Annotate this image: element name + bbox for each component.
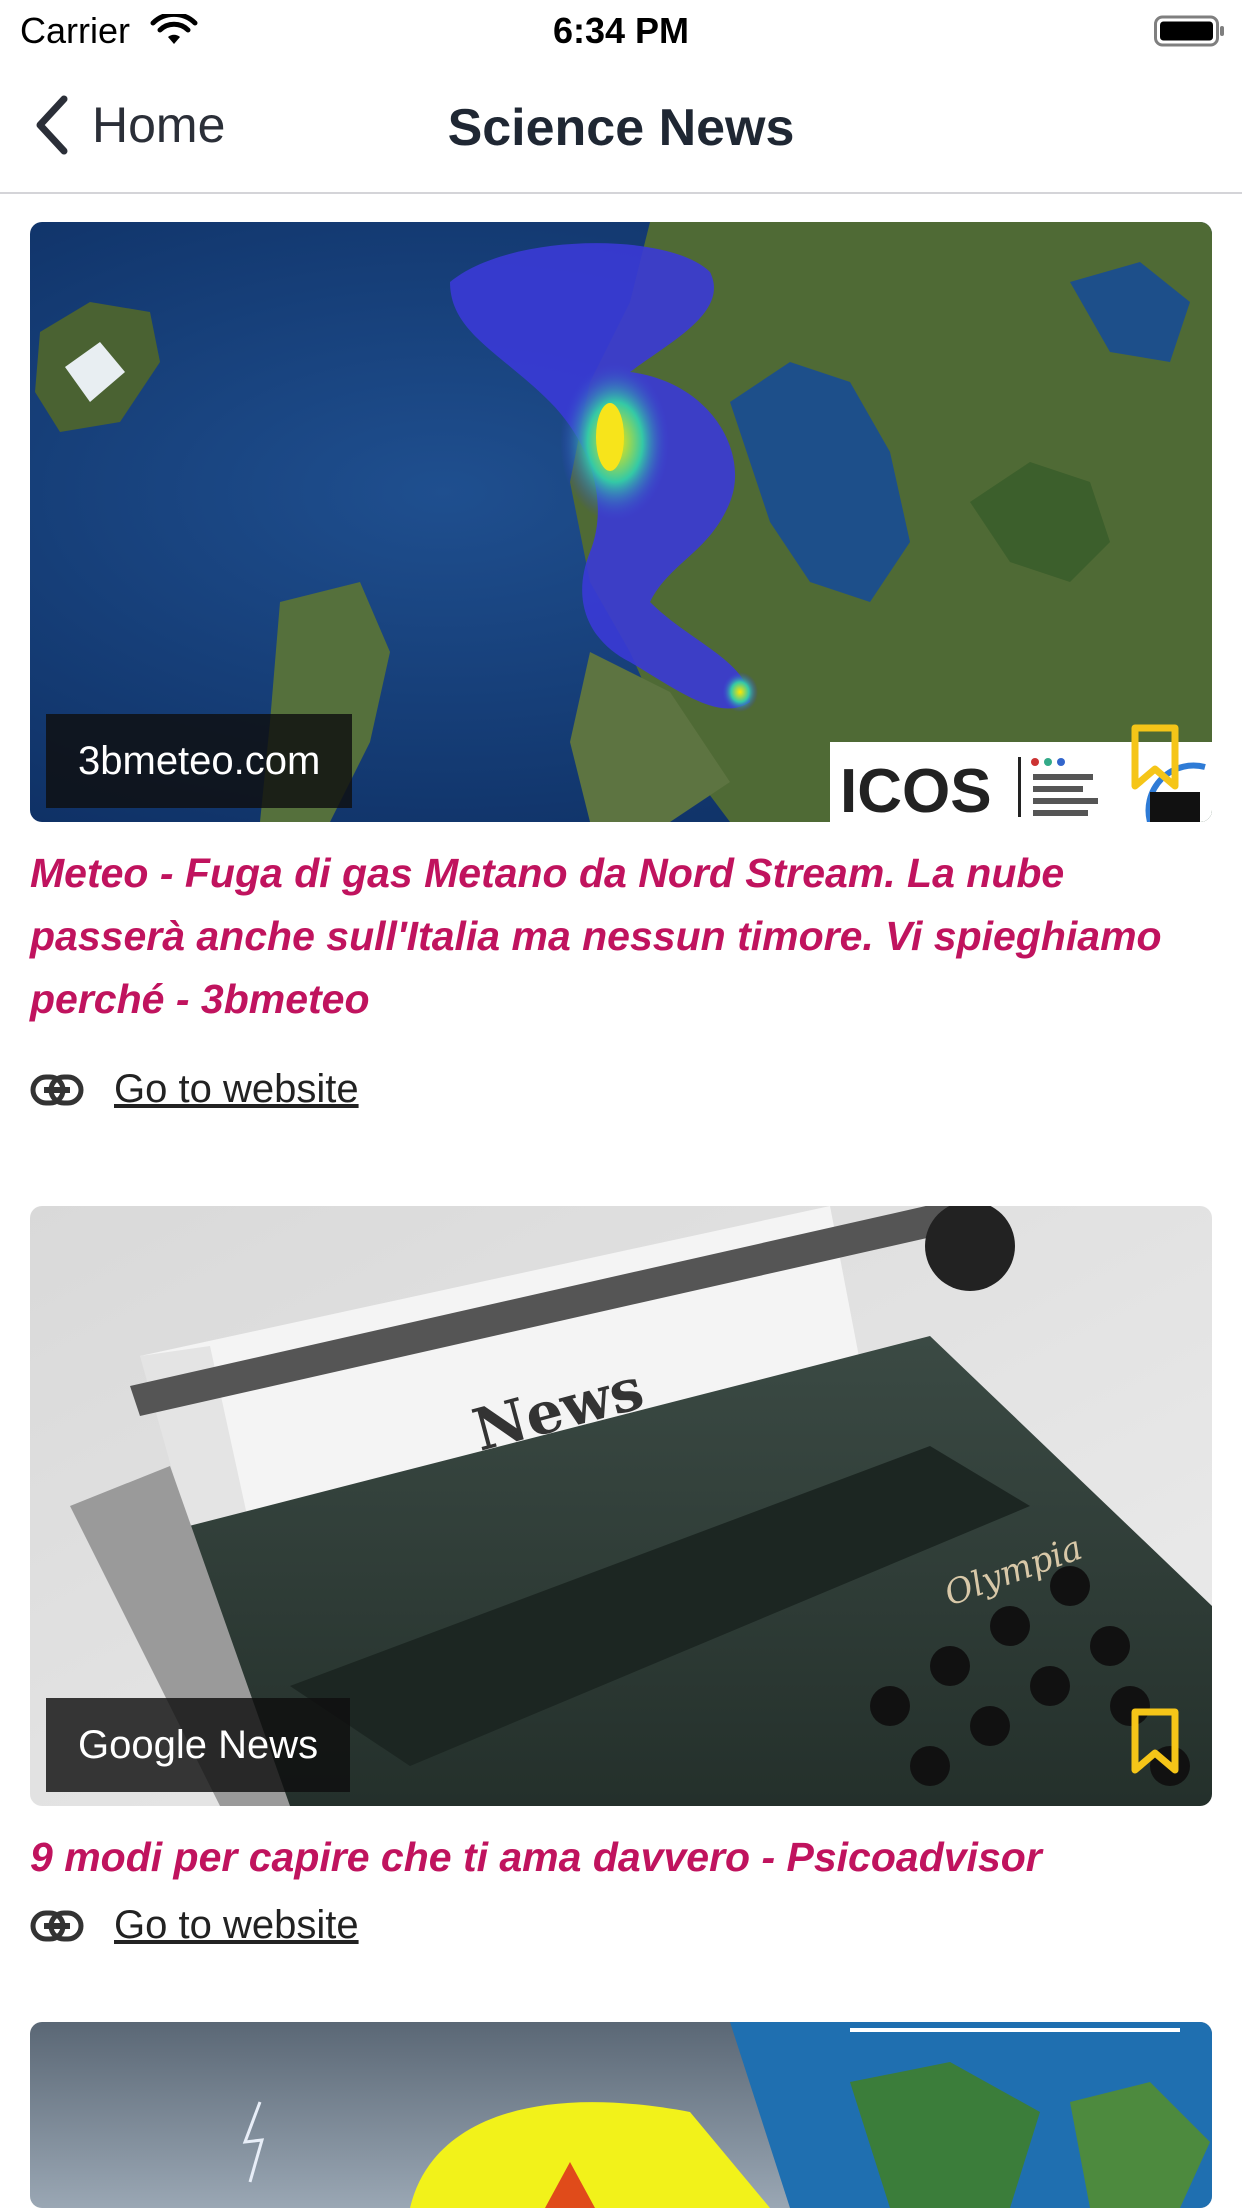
article-card — [30, 2022, 1212, 2208]
navigation-bar: Home Science News — [0, 62, 1242, 194]
go-to-website-link[interactable]: Go to website — [30, 1903, 1212, 1948]
go-to-website-label: Go to website — [114, 1903, 359, 1947]
battery-icon — [1154, 15, 1224, 47]
source-badge: 3bmeteo.com — [46, 714, 353, 808]
status-bar: Carrier 6:34 PM — [0, 0, 1242, 62]
go-to-website-label: Go to website — [114, 1067, 359, 1111]
link-icon — [30, 1910, 84, 1941]
article-title[interactable]: 9 modi per capire che ti ama davvero - P… — [30, 1826, 1212, 1889]
article-card: News Olympia Google News 9 modi per capi… — [30, 1206, 1212, 1948]
icos-logo-text: ICOS — [840, 757, 992, 822]
status-time: 6:34 PM — [552, 10, 690, 51]
weather-map-image — [30, 2022, 1212, 2208]
go-to-website-link[interactable]: Go to website — [30, 1067, 1212, 1112]
article-image[interactable] — [30, 2022, 1212, 2208]
bookmark-icon[interactable] — [1130, 1708, 1180, 1776]
article-title[interactable]: Meteo - Fuga di gas Metano da Nord Strea… — [30, 842, 1212, 1031]
article-image[interactable]: ICOS 3bmeteo.com — [30, 222, 1212, 822]
link-icon — [30, 1074, 84, 1105]
bookmark-icon[interactable] — [1130, 724, 1180, 792]
article-card: ICOS 3bmeteo.com Meteo - Fuga di gas Met… — [30, 222, 1212, 1112]
page-title: Science News — [447, 99, 795, 157]
source-badge: Google News — [46, 1698, 351, 1792]
article-image[interactable]: News Olympia Google News — [30, 1206, 1212, 1806]
